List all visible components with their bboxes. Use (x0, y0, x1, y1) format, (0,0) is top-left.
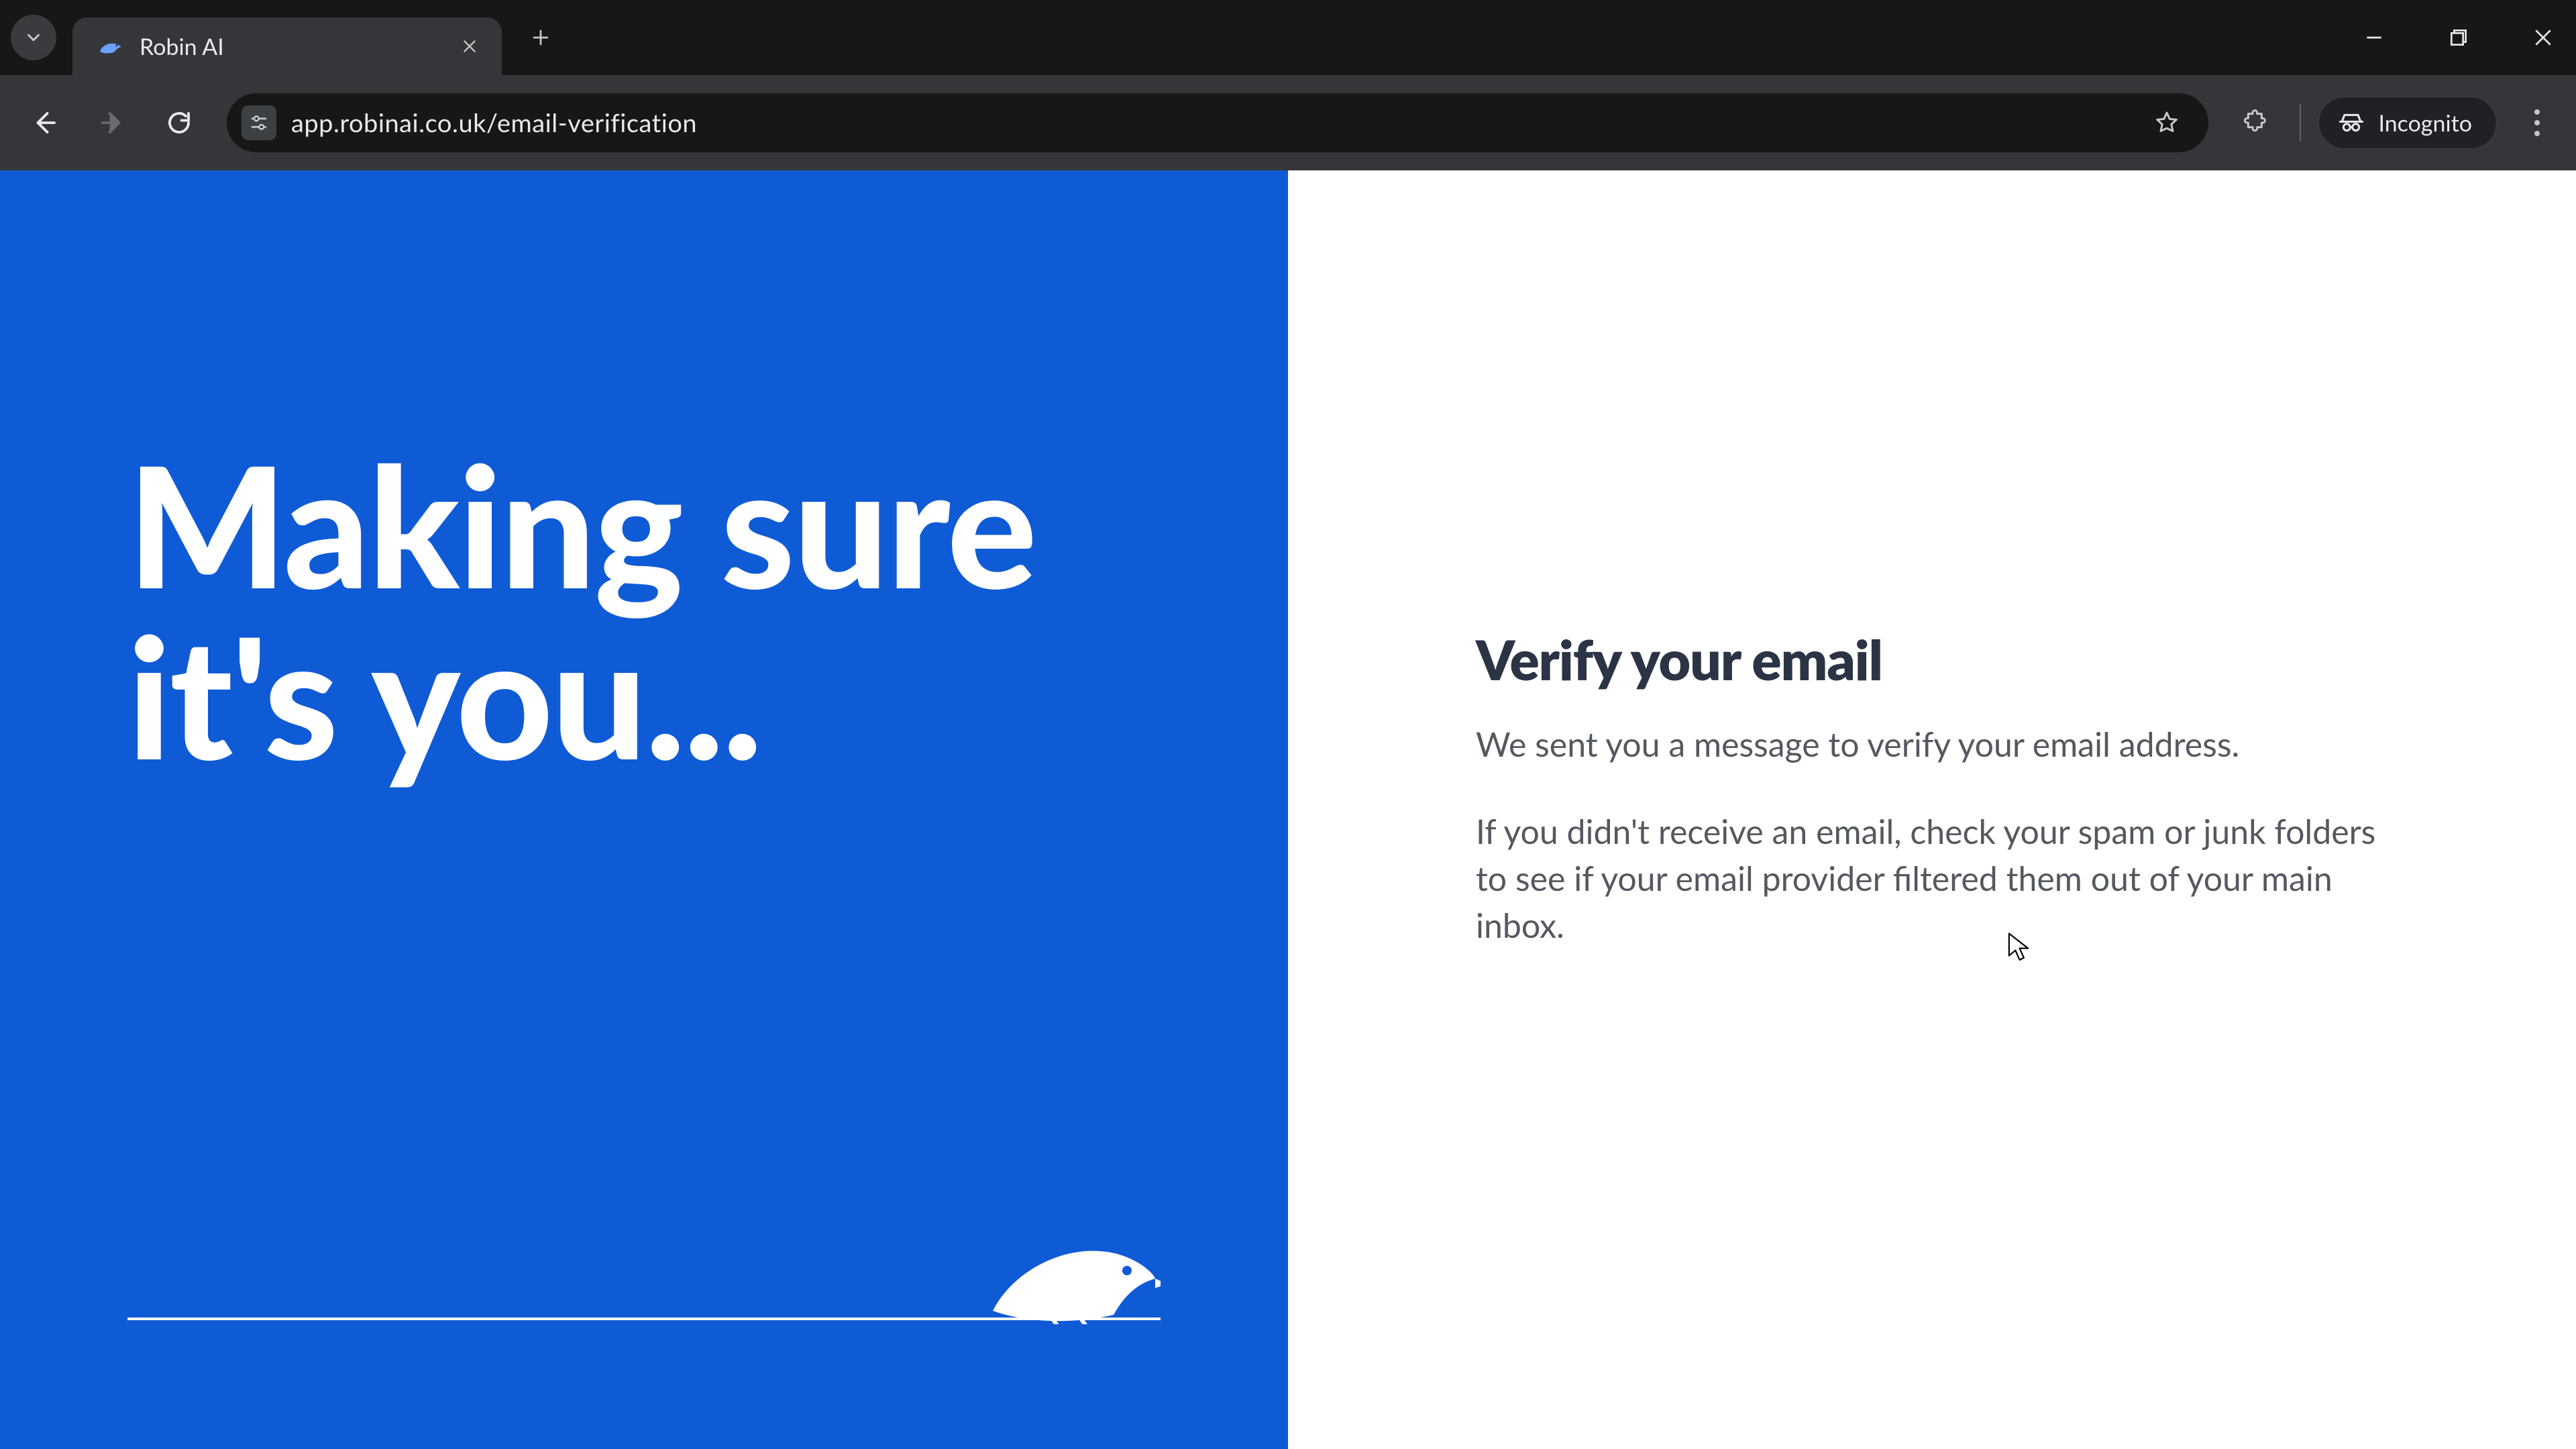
browser-toolbar: app.robinai.co.uk/email-verification (0, 75, 2576, 170)
window-controls (2357, 0, 2560, 75)
browser-chrome: Robin AI (0, 0, 2576, 170)
tab-close-button[interactable] (456, 33, 483, 60)
nav-back-button[interactable] (19, 97, 71, 149)
bookmark-button[interactable] (2145, 101, 2188, 144)
plus-icon (531, 28, 551, 48)
browser-menu-button[interactable] (2517, 97, 2557, 149)
nav-forward-button[interactable] (86, 97, 138, 149)
tune-icon (249, 113, 269, 133)
page-title: Verify your email (1476, 627, 2388, 692)
content-panel: Verify your email We sent you a message … (1288, 170, 2576, 1449)
puzzle-icon (2243, 109, 2269, 136)
star-icon (2153, 109, 2180, 136)
address-bar[interactable]: app.robinai.co.uk/email-verification (227, 93, 2208, 152)
bird-icon (97, 33, 123, 60)
arrow-left-icon (31, 109, 59, 137)
close-icon (461, 38, 478, 55)
bird-icon (986, 1230, 1161, 1324)
site-info-button[interactable] (241, 105, 276, 140)
page-viewport: Making sure it's you... Verify your emai… (0, 170, 2576, 1449)
hero-underline (127, 1318, 1161, 1320)
hero-panel: Making sure it's you... (0, 170, 1288, 1449)
verify-message-line-2: If you didn't receive an email, check yo… (1476, 808, 2388, 949)
incognito-label: Incognito (2378, 109, 2472, 137)
url-text: app.robinai.co.uk/email-verification (291, 107, 697, 138)
browser-tab[interactable]: Robin AI (72, 17, 502, 75)
minimize-icon (2363, 27, 2385, 48)
new-tab-button[interactable] (521, 17, 561, 58)
maximize-icon (2448, 27, 2469, 48)
chevron-down-icon (23, 28, 44, 48)
tab-favicon (97, 33, 123, 60)
extensions-button[interactable] (2230, 97, 2282, 149)
tab-strip: Robin AI (0, 0, 2576, 75)
incognito-icon (2338, 109, 2365, 136)
arrow-right-icon (98, 109, 126, 137)
incognito-indicator[interactable]: Incognito (2318, 97, 2497, 149)
brand-bird-illustration (986, 1230, 1161, 1324)
window-minimize-button[interactable] (2357, 21, 2391, 54)
hero-headline: Making sure it's you... (127, 439, 1161, 781)
window-maximize-button[interactable] (2442, 21, 2475, 54)
close-icon (2532, 27, 2554, 48)
nav-reload-button[interactable] (153, 97, 205, 149)
search-tabs-button[interactable] (11, 15, 56, 60)
toolbar-divider (2300, 104, 2301, 142)
verify-message-line-1: We sent you a message to verify your ema… (1476, 722, 2388, 767)
tab-title: Robin AI (140, 33, 440, 60)
reload-icon (165, 109, 193, 137)
kebab-icon (2534, 109, 2540, 136)
window-close-button[interactable] (2526, 21, 2560, 54)
